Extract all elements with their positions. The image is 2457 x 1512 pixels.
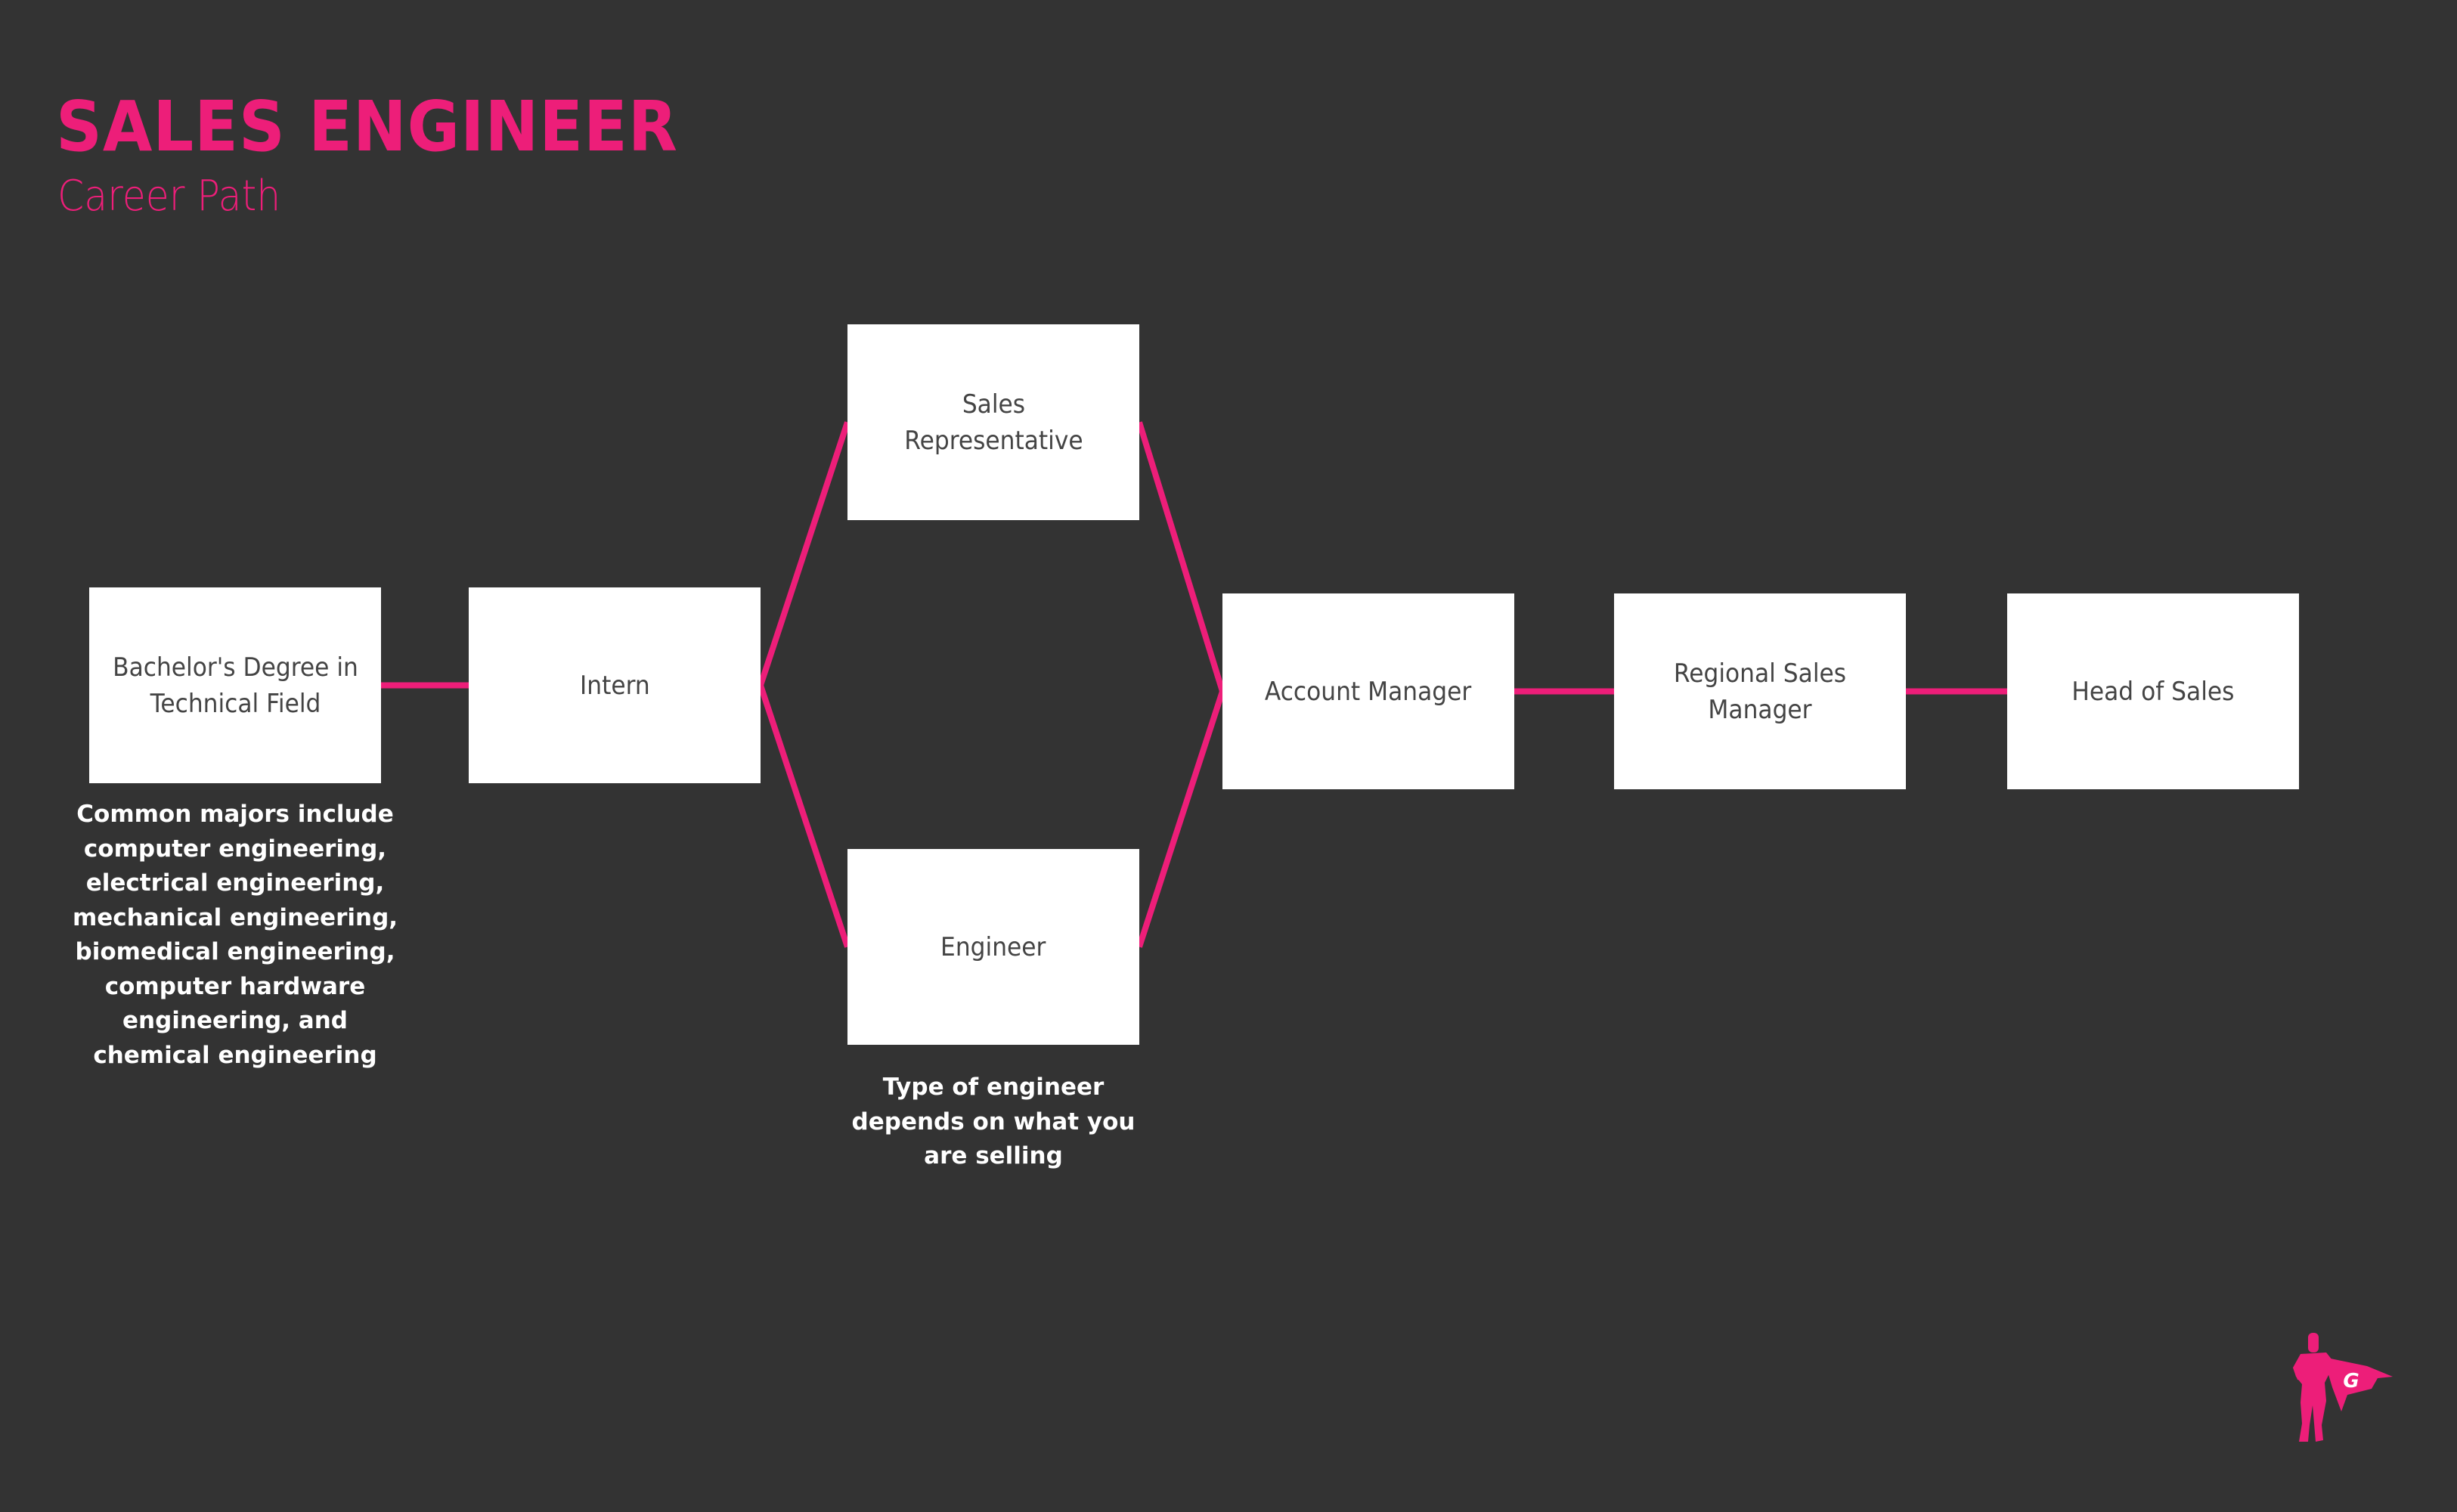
- node-label: Head of Sales: [2071, 676, 2235, 707]
- node-head-of-sales: Head of Sales: [2007, 593, 2299, 789]
- node-label: Regional Sales Manager: [1673, 658, 1847, 725]
- node-label: Account Manager: [1265, 676, 1472, 707]
- edge-engineer-to-account-manager: [1136, 690, 1225, 948]
- note-common-majors: Common majors include computer engineeri…: [72, 801, 398, 1069]
- node-account-manager: Account Manager: [1222, 593, 1514, 789]
- node-regional-sales-manager: Regional Sales Manager: [1614, 593, 1906, 789]
- logo-letter: G: [2343, 1370, 2359, 1393]
- note-engineer-type: Type of engineer depends on what you are…: [851, 1074, 1136, 1170]
- edge-intern-to-sales-rep: [758, 421, 850, 686]
- edge-intern-to-engineer: [758, 684, 850, 948]
- edge-sales-rep-to-account-manager: [1136, 421, 1225, 692]
- node-label: Sales Representative: [903, 389, 1083, 456]
- node-engineer: Engineer: [847, 849, 1139, 1045]
- node-sales-representative: Sales Representative: [847, 324, 1139, 520]
- superhero-logo-icon: G: [2293, 1333, 2393, 1442]
- node-intern: Intern: [469, 587, 761, 783]
- node-label: Engineer: [940, 931, 1046, 962]
- node-bachelors-degree: Bachelor's Degree in Technical Field: [89, 587, 381, 783]
- node-label: Intern: [579, 670, 650, 701]
- node-label: Bachelor's Degree in Technical Field: [112, 652, 358, 719]
